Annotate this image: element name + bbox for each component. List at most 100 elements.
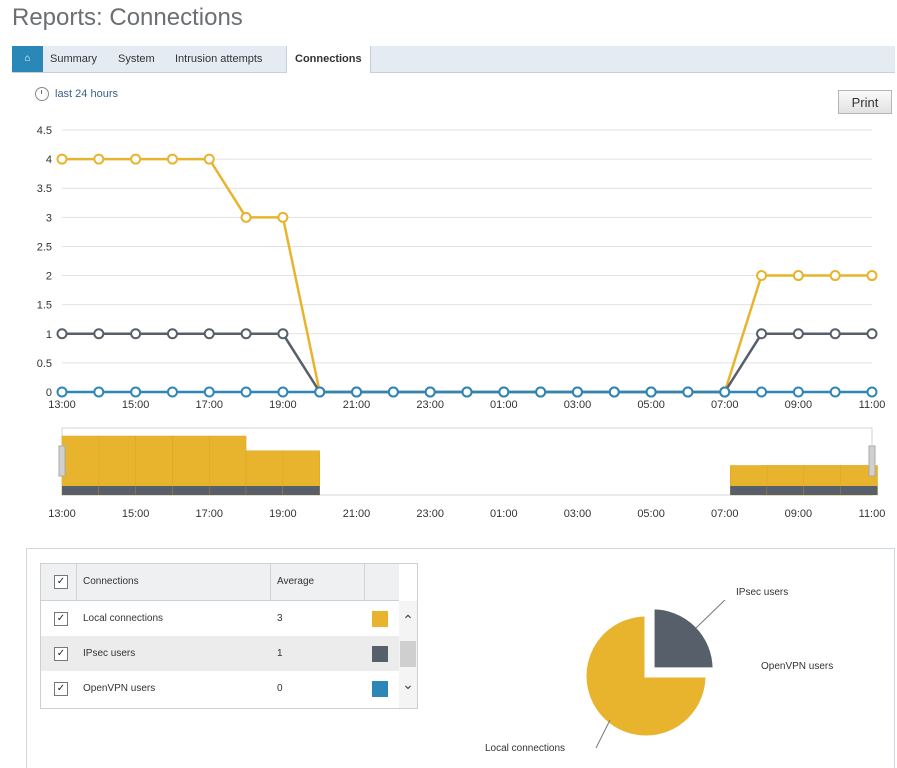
color-swatch <box>372 611 388 627</box>
x-tick-label: 15:00 <box>122 399 150 411</box>
data-point <box>866 270 878 282</box>
x-tick-label: 09:00 <box>785 399 813 411</box>
legend-header-row: ✓ Connections Average <box>41 564 399 601</box>
overview-bar-ipsec <box>282 486 320 495</box>
x-tick-label: 11:00 <box>859 399 886 411</box>
overview-bar-ipsec <box>246 486 283 495</box>
overview-bar-ipsec <box>98 486 136 495</box>
data-point <box>240 211 252 223</box>
x-tick-label: 07:00 <box>711 399 739 411</box>
data-point <box>424 386 436 398</box>
legend-row-openvpn[interactable]: ✓ OpenVPN users 0 <box>41 671 399 706</box>
data-point <box>792 386 804 398</box>
tab-home[interactable]: ⌂ <box>12 46 43 72</box>
x-tick-label: 03:00 <box>564 399 592 411</box>
tab-connections[interactable]: Connections <box>286 46 371 73</box>
tab-intrusion-attempts[interactable]: Intrusion attempts <box>175 46 262 72</box>
data-point <box>130 386 142 398</box>
y-axis: 0 0.5 1 1.5 2 2.5 3 3.5 4 4.5 <box>37 125 52 399</box>
pie-leader-local <box>595 719 611 749</box>
legend-row-local[interactable]: ✓ Local connections 3 <box>41 601 399 636</box>
y-tick-label: 1 <box>46 329 52 341</box>
data-point <box>498 386 510 398</box>
scroll-thumb[interactable] <box>400 641 416 667</box>
tab-system[interactable]: System <box>118 46 155 72</box>
data-point <box>93 153 105 165</box>
x-tick-label: 23:00 <box>416 399 444 411</box>
data-point <box>829 328 841 340</box>
tab-summary[interactable]: Summary <box>50 46 97 72</box>
data-point <box>829 270 841 282</box>
ipsec-users-checkbox[interactable]: ✓ <box>54 647 68 661</box>
time-range-selector[interactable]: last 24 hours <box>35 87 118 101</box>
time-range-label: last 24 hours <box>55 88 118 100</box>
data-point <box>866 328 878 340</box>
column-header-average: Average <box>277 576 315 587</box>
overview-bar-ipsec <box>840 486 878 495</box>
legend-average: 0 <box>277 683 283 694</box>
overview-bar-ipsec <box>803 486 841 495</box>
overview-x-tick-label: 15:00 <box>122 508 150 520</box>
data-point <box>240 328 252 340</box>
data-point <box>756 270 768 282</box>
y-tick-label: 3.5 <box>37 183 52 195</box>
data-point <box>277 328 289 340</box>
select-all-checkbox[interactable]: ✓ <box>54 575 68 589</box>
y-tick-label: 4.5 <box>37 125 52 137</box>
y-tick-label: 2.5 <box>37 241 52 253</box>
clock-icon <box>35 87 49 101</box>
y-tick-label: 0 <box>46 387 52 399</box>
page-title: Reports: Connections <box>12 4 243 31</box>
y-tick-label: 4 <box>46 154 52 166</box>
overview-x-tick-label: 21:00 <box>343 508 371 520</box>
data-point <box>829 386 841 398</box>
overview-bar-ipsec <box>730 486 768 495</box>
data-point <box>461 386 473 398</box>
data-point <box>166 328 178 340</box>
tab-bar: ⌂ Summary System Intrusion attempts Conn… <box>12 46 895 73</box>
overview-x-tick-label: 07:00 <box>711 508 739 520</box>
legend-row-ipsec[interactable]: ✓ IPsec users 1 <box>41 636 399 671</box>
x-tick-label: 17:00 <box>196 399 224 411</box>
data-point <box>682 386 694 398</box>
data-point <box>166 153 178 165</box>
data-point <box>387 386 399 398</box>
connections-pie-chart <box>583 600 726 749</box>
pie-label-ipsec: IPsec users <box>736 587 789 598</box>
data-point <box>240 386 252 398</box>
data-point <box>756 328 768 340</box>
overview-x-tick-label: 05:00 <box>637 508 665 520</box>
data-point <box>645 386 657 398</box>
connections-line-chart: 0 0.5 1 1.5 2 2.5 3 3.5 4 4.5 13:00 15:00 17:00 19:0… <box>37 125 886 520</box>
home-icon: ⌂ <box>24 53 31 64</box>
overview-bar-ipsec <box>209 486 247 495</box>
data-point <box>866 386 878 398</box>
overview-bar-ipsec <box>767 486 804 495</box>
data-point <box>56 153 68 165</box>
overview-handle-right <box>868 445 876 477</box>
legend-name: OpenVPN users <box>83 683 156 694</box>
data-point <box>93 386 105 398</box>
data-point <box>203 386 215 398</box>
pie-leader-ipsec <box>695 600 726 629</box>
overview-x-tick-label: 03:00 <box>564 508 592 520</box>
color-swatch <box>372 646 388 662</box>
overview-x-tick-label: 11:00 <box>859 508 886 520</box>
chevron-down-icon[interactable]: ⌄ <box>401 677 415 691</box>
overview-x-tick-label: 19:00 <box>269 508 297 520</box>
overview-navigator[interactable]: 13:00 15:00 17:00 19:00 21:00 23:00 01:00 03:00… <box>48 427 886 520</box>
local-connections-checkbox[interactable]: ✓ <box>54 612 68 626</box>
legend-table: ✓ Connections Average ✓ Local connection… <box>40 563 418 709</box>
openvpn-users-checkbox[interactable]: ✓ <box>54 682 68 696</box>
x-tick-label: 01:00 <box>490 399 518 411</box>
legend-average: 1 <box>277 648 283 659</box>
pie-label-openvpn: OpenVPN users <box>761 661 834 672</box>
chevron-up-icon[interactable]: ⌃ <box>401 613 415 627</box>
overview-x-tick-label: 13:00 <box>48 508 76 520</box>
column-header-connections: Connections <box>83 576 139 587</box>
data-point <box>351 386 363 398</box>
legend-scrollbar[interactable]: ⌃ ⌄ <box>399 601 417 708</box>
overview-bar-ipsec <box>62 486 99 495</box>
legend-name: Local connections <box>83 613 164 624</box>
color-swatch <box>372 681 388 697</box>
